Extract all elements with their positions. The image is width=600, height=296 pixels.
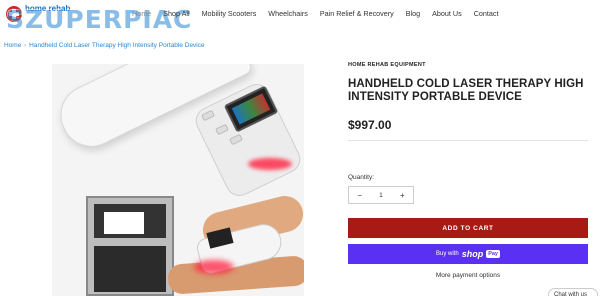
- nav-mobility-scooters[interactable]: Mobility Scooters: [202, 9, 257, 18]
- divider: [348, 140, 588, 141]
- site-header: home rehab SZUPERPIAC Home Shop All Mobi…: [0, 0, 600, 34]
- quantity-increase-button[interactable]: +: [392, 191, 413, 200]
- breadcrumb: Home › Handheld Cold Laser Therapy High …: [4, 42, 205, 49]
- shop-logo-text: shop: [461, 249, 484, 259]
- nav-blog[interactable]: Blog: [406, 9, 420, 18]
- buy-with-label: Buy with: [436, 251, 459, 257]
- product-price: $997.00: [348, 118, 392, 132]
- buy-with-shop-pay-button[interactable]: Buy with shop Pay: [348, 244, 588, 264]
- site-logo[interactable]: home rehab SZUPERPIAC: [4, 2, 191, 36]
- case-foam: [94, 246, 166, 292]
- product-title: HANDHELD COLD LASER THERAPY HIGH INTENSI…: [348, 78, 584, 103]
- laser-glow-small: [194, 260, 234, 274]
- pay-badge: Pay: [486, 250, 500, 258]
- quantity-decrease-button[interactable]: −: [349, 191, 370, 200]
- case-card: [104, 212, 144, 234]
- nav-about-us[interactable]: About Us: [432, 9, 462, 18]
- nav-shop-all[interactable]: Shop All: [163, 9, 189, 18]
- nav-wheelchairs[interactable]: Wheelchairs: [268, 9, 308, 18]
- product-vendor[interactable]: HOME REHAB EQUIPMENT: [348, 62, 426, 68]
- nav-contact[interactable]: Contact: [474, 9, 499, 18]
- quantity-input[interactable]: 1: [370, 192, 391, 199]
- quantity-stepper: − 1 +: [348, 186, 414, 204]
- case-lid: [94, 204, 166, 238]
- product-page: home rehab SZUPERPIAC Home Shop All Mobi…: [0, 0, 600, 296]
- nav-home[interactable]: Home: [132, 9, 151, 18]
- carry-case: [86, 196, 174, 296]
- add-to-cart-button[interactable]: ADD TO CART: [348, 218, 588, 238]
- nav-pain-relief[interactable]: Pain Relief & Recovery: [320, 9, 394, 18]
- more-payment-options-link[interactable]: More payment options: [348, 272, 588, 279]
- breadcrumb-current: Handheld Cold Laser Therapy High Intensi…: [29, 42, 205, 49]
- quantity-label: Quantity:: [348, 174, 375, 181]
- laser-glow: [248, 158, 292, 170]
- main-nav: Home Shop All Mobility Scooters Wheelcha…: [132, 9, 511, 18]
- breadcrumb-home[interactable]: Home: [4, 42, 21, 49]
- breadcrumb-separator: ›: [24, 42, 27, 49]
- product-image[interactable]: [52, 64, 304, 296]
- chat-widget-button[interactable]: Chat with us: [548, 288, 598, 296]
